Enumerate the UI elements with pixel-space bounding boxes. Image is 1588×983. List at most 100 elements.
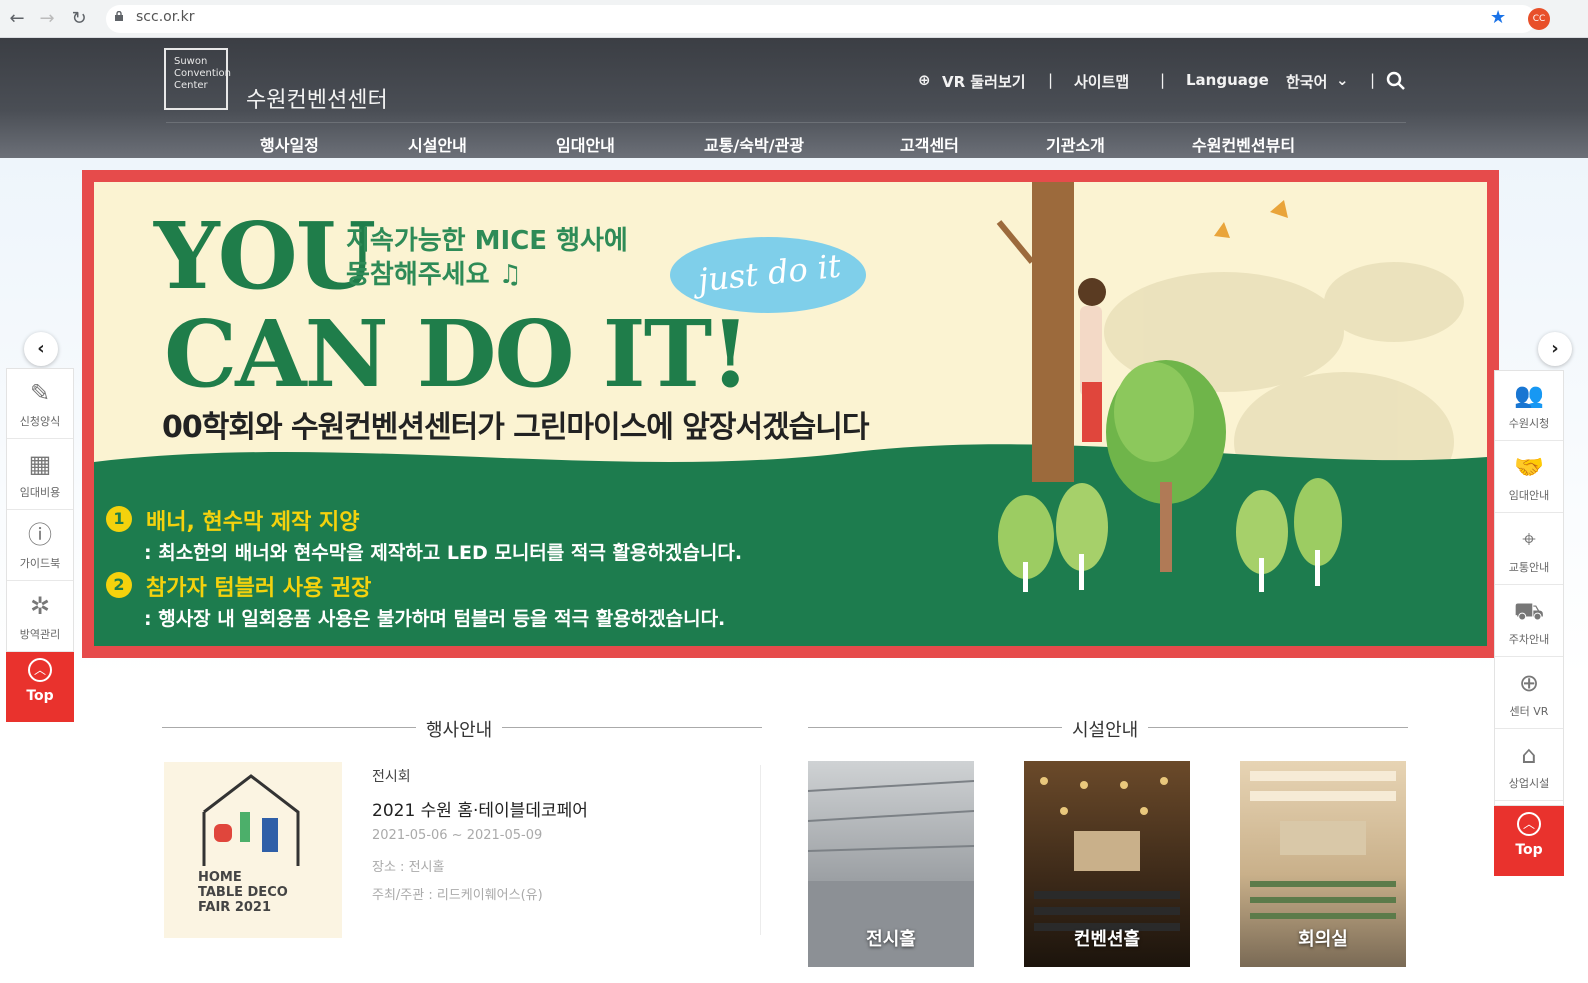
quick-item-label: 교통안내 — [1508, 561, 1550, 574]
thumb-line: HOME — [198, 870, 242, 885]
event-date: 2021-05-06 ~ 2021-05-09 — [372, 828, 543, 843]
point-title: 참가자 텀블러 사용 권장 — [146, 576, 372, 601]
quick-item-parking[interactable]: ⛟ 주차안내 — [1495, 587, 1563, 657]
language-label: Language — [1186, 71, 1269, 89]
facility-card-exhibition[interactable]: 전시홀 — [808, 761, 974, 967]
quick-item-label: 임대비용 — [19, 486, 61, 499]
facility-label: 컨벤션홀 — [1073, 929, 1141, 950]
globe-icon: ⊕ — [918, 71, 931, 89]
forward-icon[interactable]: → — [36, 8, 58, 30]
search-icon[interactable] — [1386, 71, 1406, 91]
home-deco-illustration — [202, 774, 300, 866]
quick-item-commercial[interactable]: ⌂ 상업시설 — [1495, 731, 1563, 801]
nav-item-news[interactable]: 수원컨벤션뷰티 — [1192, 132, 1295, 156]
event-thumbnail[interactable]: HOME TABLE DECO FAIR 2021 — [164, 762, 342, 938]
event-title[interactable]: 2021 수원 홈·테이블데코페어 — [372, 796, 588, 821]
event-place: 장소 : 전시홀 — [372, 860, 445, 875]
banner-subtitle: 동참해주세요 ♫ — [346, 260, 522, 290]
banner-next-button[interactable]: › — [1538, 332, 1572, 366]
facility-label: 회의실 — [1298, 929, 1348, 950]
top-label: Top — [1515, 842, 1543, 858]
right-quick-menu: 👥 수원시청 🤝 임대안내 ⌖ 교통안내 ⛟ 주차안내 ⊕ 센터 VR ⌂ 상업… — [1494, 370, 1564, 806]
reload-icon[interactable]: ↻ — [68, 8, 90, 30]
banner-subtitle: 지속가능한 MICE 행사에 — [346, 226, 628, 256]
util-divider: | — [1160, 71, 1166, 89]
green-mice-banner[interactable]: YOU CAN DO IT! 지속가능한 MICE 행사에 동참해주세요 ♫ j… — [82, 170, 1499, 658]
left-top-button[interactable]: ︿ Top — [6, 652, 74, 722]
quick-item-label: 신청양식 — [19, 415, 61, 428]
quick-item-form[interactable]: ✎ 신청양식 — [7, 369, 73, 439]
site-name[interactable]: 수원컨벤션센터 — [246, 82, 388, 114]
facility-card-convention[interactable]: 컨벤션홀 — [1024, 761, 1190, 967]
quick-item-label: 가이드북 — [19, 557, 61, 570]
car-icon: ⛟ — [1513, 597, 1545, 625]
event-host: 주최/주관 : 리드케이훼어스(유) — [372, 888, 543, 903]
facilities-section-title: 시설안내 — [1062, 716, 1149, 742]
logo-line: Convention — [174, 68, 232, 79]
store-icon: ⌂ — [1521, 741, 1537, 769]
banner-prev-button[interactable]: ‹ — [24, 332, 58, 366]
point-description: : 최소한의 배너와 현수막을 제작하고 LED 모니터를 적극 활용하겠습니다… — [144, 542, 743, 564]
thumb-line: TABLE DECO — [198, 885, 288, 900]
lock-icon — [115, 11, 123, 21]
profile-avatar[interactable]: CC — [1528, 8, 1550, 30]
nav-item-rental[interactable]: 임대안내 — [556, 132, 615, 156]
quick-item-guide[interactable]: ⓘ 가이드북 — [7, 511, 73, 581]
chevron-down-icon[interactable]: ⌄ — [1336, 71, 1349, 89]
top-label: Top — [26, 688, 54, 704]
point-number: 1 — [106, 506, 132, 532]
sitemap-link[interactable]: 사이트맵 — [1074, 71, 1129, 92]
language-select[interactable]: 한국어 — [1286, 71, 1327, 92]
handshake-icon: 🤝 — [1514, 453, 1544, 481]
point-number: 2 — [106, 572, 132, 598]
nav-item-schedule[interactable]: 행사일정 — [260, 132, 319, 156]
globe-icon: ⊕ — [1518, 669, 1540, 697]
banner-main-message: 00학회와 수원컨벤션센터가 그린마이스에 앞장서겠습니다 — [162, 410, 869, 445]
right-top-button[interactable]: ︿ Top — [1494, 806, 1564, 876]
logo-line: Center — [174, 80, 208, 91]
nav-item-about[interactable]: 기관소개 — [1046, 132, 1105, 156]
quick-item-label: 임대안내 — [1508, 489, 1550, 502]
quick-item-label: 수원시청 — [1508, 417, 1550, 430]
chevron-up-icon: ︿ — [1517, 812, 1541, 836]
events-section-title: 행사안내 — [416, 716, 503, 742]
site-header: Suwon Convention Center 수원컨벤션센터 ⊕ VR 둘러보… — [0, 38, 1588, 158]
quick-item-city-hall[interactable]: 👥 수원시청 — [1495, 371, 1563, 441]
bookmark-star-icon[interactable]: ★ — [1490, 7, 1506, 28]
left-quick-menu: ✎ 신청양식 ▦ 임대비용 ⓘ 가이드북 ✲ 방역관리 — [6, 368, 74, 652]
fee-icon: ▦ — [28, 450, 52, 478]
quarantine-icon: ✲ — [29, 592, 51, 620]
chevron-up-icon: ︿ — [28, 658, 52, 682]
address-bar[interactable] — [106, 5, 1536, 33]
logo-line: Suwon — [174, 56, 208, 67]
nav-item-customer[interactable]: 고객센터 — [900, 132, 959, 156]
quick-item-label: 주차안내 — [1508, 633, 1550, 646]
site-logo[interactable]: Suwon Convention Center — [164, 48, 232, 110]
guide-icon: ⓘ — [28, 521, 52, 549]
point-title: 배너, 현수막 제작 지양 — [146, 510, 360, 535]
thumb-line: FAIR 2021 — [198, 900, 272, 915]
quick-item-quarantine[interactable]: ✲ 방역관리 — [7, 582, 73, 652]
headline-can-do-it: CAN DO IT! — [164, 300, 751, 408]
quick-item-fee[interactable]: ▦ 임대비용 — [7, 440, 73, 510]
quick-item-rental[interactable]: 🤝 임대안내 — [1495, 443, 1563, 513]
event-thumb-text: HOME TABLE DECO FAIR 2021 — [198, 870, 288, 915]
facility-card-meeting[interactable]: 회의실 — [1240, 761, 1406, 967]
quick-item-transport[interactable]: ⌖ 교통안내 — [1495, 515, 1563, 585]
nav-item-transport[interactable]: 교통/숙박/관광 — [704, 132, 804, 156]
quick-item-label: 상업시설 — [1508, 777, 1550, 790]
facility-label: 전시홀 — [866, 929, 916, 950]
back-icon[interactable]: ← — [6, 8, 28, 30]
quick-item-label: 방역관리 — [19, 628, 61, 641]
nav-item-facilities[interactable]: 시설안내 — [408, 132, 467, 156]
quick-item-label: 센터 VR — [1509, 705, 1549, 718]
headline-you: YOU — [154, 202, 376, 310]
browser-toolbar: ← → ↻ scc.or.kr ★ CC — [0, 0, 1588, 38]
nav-divider — [166, 122, 1406, 123]
util-divider: | — [1048, 71, 1054, 89]
quick-item-vr[interactable]: ⊕ 센터 VR — [1495, 659, 1563, 729]
util-divider: | — [1370, 71, 1376, 89]
url-text: scc.or.kr — [136, 9, 195, 25]
event-divider — [760, 765, 761, 935]
vr-tour-link[interactable]: VR 둘러보기 — [942, 71, 1026, 92]
